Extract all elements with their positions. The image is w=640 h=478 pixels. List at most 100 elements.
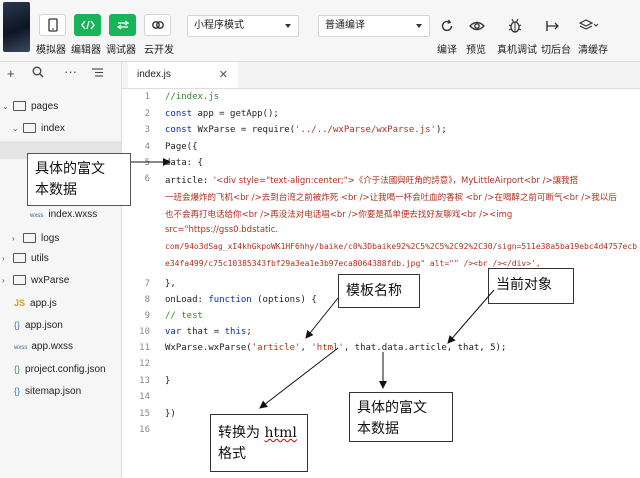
code-string: '<div style="text-align:center;">《介于法國與旺… [213,176,579,186]
code-text: ; [246,327,252,337]
bug-icon [508,18,522,33]
chevron-down-icon: ⌄ [12,124,19,133]
tree-label: app.js [30,298,57,309]
tree-label: app.json [25,320,63,331]
line-number: 5 [144,158,150,168]
code-keyword: this [224,327,247,337]
tree-label: project.config.json [25,364,106,375]
simulator-button[interactable] [39,14,66,36]
code-keyword: function [208,295,252,305]
code-keyword: const [165,109,193,119]
code-string-wrap: 也不会再打电话给你<br />再没法对电话唱<br />你要是孤单便去找好友聊戏… [165,210,513,220]
code-line-2: const app = getApp(); [165,109,279,119]
tree-folder-wxparse[interactable]: › wxParse [2,272,69,290]
annotation-line: 当前对象 [496,277,552,293]
code-comment: //index.js [165,92,220,102]
chevron-down-icon [285,24,291,28]
code-text: onLoad: [165,295,209,305]
clear-cache-label: 清缓存 [578,45,608,56]
compile-select-value: 普通编译 [325,20,365,31]
tree-file-app-wxss[interactable]: wxss app.wxss [14,338,73,356]
layers-icon [579,19,599,30]
line-number: 11 [139,343,150,353]
tree-label: sitemap.json [25,386,82,397]
preview-label: 预览 [466,45,486,56]
code-line-8: onLoad: function (options) { [165,295,317,305]
chevron-right-icon: › [2,254,5,263]
close-icon[interactable]: ✕ [219,62,228,88]
tree-file-project-config[interactable]: {} project.config.json [14,360,106,378]
switch-background-icon [546,21,559,31]
more-icon[interactable]: ··· [64,64,77,79]
json-file-icon: {} [14,386,21,396]
tree-file-index-wxss[interactable]: wxss index.wxss [30,206,97,224]
outline-icon[interactable] [92,66,103,81]
chevron-down-icon: ⌄ [2,102,9,111]
tree-folder-index[interactable]: ⌄ index [12,120,65,138]
code-line-9: // test [165,311,203,321]
code-text: , [300,343,312,353]
folder-icon [13,101,26,112]
editor-button[interactable] [74,14,101,36]
compile-button[interactable] [437,16,457,36]
folder-icon [23,233,36,244]
real-device-debug-button[interactable] [505,16,525,36]
tab-index-js[interactable]: index.js ✕ [128,62,238,88]
tree-label: logs [41,233,60,244]
preview-button[interactable] [467,16,487,36]
tree-folder-utils[interactable]: › utils [2,250,49,268]
code-line-11: WxParse.wxParse('article', 'html', that.… [165,343,506,353]
clear-cache-button[interactable] [579,16,599,36]
tree-folder-logs[interactable]: › logs [12,230,59,248]
switch-background-button[interactable] [543,16,563,36]
folder-icon [13,253,26,264]
code-text: WxParse.wxParse( [165,343,252,353]
annotation-text: 转换为 [218,425,265,441]
code-line-1: //index.js [165,92,219,102]
line-number: 12 [139,359,150,369]
tree-file-sitemap[interactable]: {} sitemap.json [14,382,81,400]
line-number-gutter: 1 2 3 4 5 6 7 8 9 10 11 12 13 14 15 16 [122,88,156,478]
tree-file-app-js[interactable]: JS app.js [14,294,57,312]
code-line-6: article: '<div style="text-align:center;… [165,174,578,186]
code-keyword: const [165,125,193,135]
cloud-dev-button[interactable] [144,14,171,36]
line-number: 4 [144,142,150,152]
code-text: app = getApp(); [192,109,279,119]
code-string-wrap: src="https://gss0.bdstatic. [165,225,279,235]
top-toolbar: 模拟器 编辑器 调试器 云开发 小程序模式 普通编译 编译 预览 真机调试 切后… [0,0,640,62]
tree-file-app-json[interactable]: {} app.json [14,316,63,334]
add-icon[interactable]: + [7,66,15,81]
tree-label: app.wxss [31,341,74,352]
line-number: 8 [144,295,150,305]
avatar[interactable] [3,2,30,52]
wxss-file-icon: wxss [30,213,44,219]
code-text: that = [181,327,225,337]
debugger-icon [116,20,129,30]
line-number: 16 [139,425,150,435]
simulator-label: 模拟器 [36,45,66,56]
tree-folder-pages[interactable]: ⌄ pages [2,98,58,116]
code-string-wrap: com/94o3dSag_xI4khGkpoWK1HF6hhy/baike/c0… [165,242,638,251]
search-icon[interactable] [32,66,44,81]
code-line-4: Page({ [165,142,198,152]
line-number: 3 [144,125,150,135]
file-explorer: + ··· ⌄ pages ⌄ index wxss index.wxss › logs… [0,62,122,478]
annotation-current-object: 当前对象 [488,268,574,304]
compile-mode-select[interactable]: 普通编译 [318,15,430,37]
code-string-wrap: e34fa499/c75c10385343fbf29a3ea1e3b97eca8… [165,259,541,268]
line-number: 14 [139,392,150,402]
phone-icon [47,18,58,32]
tree-label: index.wxss [48,209,98,220]
mode-select[interactable]: 小程序模式 [187,15,299,37]
line-number: 1 [144,92,150,102]
mode-select-value: 小程序模式 [194,20,244,31]
compile-label: 编译 [437,45,457,56]
code-line-3: const WxParse = require('../../wxParse/w… [165,125,447,135]
debugger-button[interactable] [109,14,136,36]
annotation-line: 模板名称 [346,283,402,299]
line-number: 6 [144,174,150,184]
annotation-line: 本数据 [357,421,399,437]
code-string: '../../wxParse/wxParse.js' [295,125,436,135]
line-number: 13 [139,376,150,386]
